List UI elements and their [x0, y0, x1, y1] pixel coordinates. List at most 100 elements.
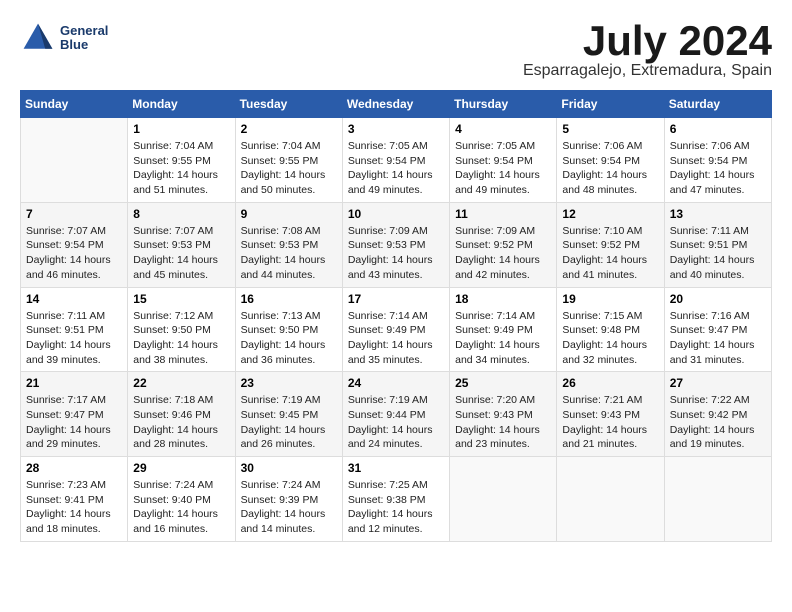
day-info: Sunrise: 7:11 AM Sunset: 9:51 PM Dayligh…: [26, 309, 122, 368]
day-number: 6: [670, 122, 766, 136]
calendar-week-2: 7Sunrise: 7:07 AM Sunset: 9:54 PM Daylig…: [21, 202, 772, 287]
day-info: Sunrise: 7:04 AM Sunset: 9:55 PM Dayligh…: [241, 139, 337, 198]
day-number: 22: [133, 376, 229, 390]
day-info: Sunrise: 7:09 AM Sunset: 9:52 PM Dayligh…: [455, 224, 551, 283]
calendar-table: SundayMondayTuesdayWednesdayThursdayFrid…: [20, 90, 772, 542]
calendar-body: 1Sunrise: 7:04 AM Sunset: 9:55 PM Daylig…: [21, 118, 772, 542]
header-day-thursday: Thursday: [450, 91, 557, 118]
day-number: 27: [670, 376, 766, 390]
calendar-week-1: 1Sunrise: 7:04 AM Sunset: 9:55 PM Daylig…: [21, 118, 772, 203]
day-info: Sunrise: 7:08 AM Sunset: 9:53 PM Dayligh…: [241, 224, 337, 283]
day-number: 26: [562, 376, 658, 390]
logo: General Blue: [20, 20, 108, 56]
header-day-saturday: Saturday: [664, 91, 771, 118]
day-info: Sunrise: 7:21 AM Sunset: 9:43 PM Dayligh…: [562, 393, 658, 452]
day-number: 2: [241, 122, 337, 136]
calendar-cell: 25Sunrise: 7:20 AM Sunset: 9:43 PM Dayli…: [450, 372, 557, 457]
logo-icon: [20, 20, 56, 56]
calendar-cell: 22 Sunrise: 7:18 AM Sunset: 9:46 PM Dayli…: [128, 372, 235, 457]
day-number: 4: [455, 122, 551, 136]
day-info: Sunrise: 7:15 AM Sunset: 9:48 PM Dayligh…: [562, 309, 658, 368]
day-number: 30: [241, 461, 337, 475]
day-number: 23: [241, 376, 337, 390]
calendar-cell: [450, 457, 557, 542]
calendar-cell: 12 Sunrise: 7:10 AM Sunset: 9:52 PM Dayli…: [557, 202, 664, 287]
calendar-cell: [557, 457, 664, 542]
day-number: 11: [455, 207, 551, 221]
calendar-cell: 20 Sunrise: 7:16 AM Sunset: 9:47 PM Dayli…: [664, 287, 771, 372]
day-number: 8: [133, 207, 229, 221]
calendar-cell: 27 Sunrise: 7:22 AM Sunset: 9:42 PM Dayli…: [664, 372, 771, 457]
calendar-week-5: 28 Sunrise: 7:23 AM Sunset: 9:41 PM Dayli…: [21, 457, 772, 542]
header-row: SundayMondayTuesdayWednesdayThursdayFrid…: [21, 91, 772, 118]
day-number: 21: [26, 376, 122, 390]
day-info: Sunrise: 7:05 AM Sunset: 9:54 PM Dayligh…: [455, 139, 551, 198]
day-info: Sunrise: 7:16 AM Sunset: 9:47 PM Dayligh…: [670, 309, 766, 368]
calendar-cell: 1Sunrise: 7:04 AM Sunset: 9:55 PM Daylig…: [128, 118, 235, 203]
day-number: 14: [26, 292, 122, 306]
day-info: Sunrise: 7:10 AM Sunset: 9:52 PM Dayligh…: [562, 224, 658, 283]
calendar-cell: 24 Sunrise: 7:19 AM Sunset: 9:44 PM Dayli…: [342, 372, 449, 457]
day-number: 31: [348, 461, 444, 475]
day-info: Sunrise: 7:25 AM Sunset: 9:38 PM Dayligh…: [348, 478, 444, 537]
calendar-cell: 14 Sunrise: 7:11 AM Sunset: 9:51 PM Dayli…: [21, 287, 128, 372]
day-info: Sunrise: 7:23 AM Sunset: 9:41 PM Dayligh…: [26, 478, 122, 537]
day-info: Sunrise: 7:06 AM Sunset: 9:54 PM Dayligh…: [562, 139, 658, 198]
day-number: 29: [133, 461, 229, 475]
header-day-monday: Monday: [128, 91, 235, 118]
calendar-week-3: 14 Sunrise: 7:11 AM Sunset: 9:51 PM Dayli…: [21, 287, 772, 372]
location-title: Esparragalejo, Extremadura, Spain: [523, 62, 772, 80]
day-info: Sunrise: 7:12 AM Sunset: 9:50 PM Dayligh…: [133, 309, 229, 368]
day-info: Sunrise: 7:11 AM Sunset: 9:51 PM Dayligh…: [670, 224, 766, 283]
day-info: Sunrise: 7:18 AM Sunset: 9:46 PM Dayligh…: [133, 393, 229, 452]
day-info: Sunrise: 7:13 AM Sunset: 9:50 PM Dayligh…: [241, 309, 337, 368]
day-info: Sunrise: 7:14 AM Sunset: 9:49 PM Dayligh…: [348, 309, 444, 368]
day-info: Sunrise: 7:14 AM Sunset: 9:49 PM Dayligh…: [455, 309, 551, 368]
calendar-cell: 11 Sunrise: 7:09 AM Sunset: 9:52 PM Dayli…: [450, 202, 557, 287]
calendar-cell: 29 Sunrise: 7:24 AM Sunset: 9:40 PM Dayli…: [128, 457, 235, 542]
calendar-cell: 30Sunrise: 7:24 AM Sunset: 9:39 PM Dayli…: [235, 457, 342, 542]
calendar-cell: 28 Sunrise: 7:23 AM Sunset: 9:41 PM Dayli…: [21, 457, 128, 542]
calendar-cell: 16 Sunrise: 7:13 AM Sunset: 9:50 PM Dayli…: [235, 287, 342, 372]
calendar-cell: 17Sunrise: 7:14 AM Sunset: 9:49 PM Dayli…: [342, 287, 449, 372]
day-number: 9: [241, 207, 337, 221]
calendar-cell: 8Sunrise: 7:07 AM Sunset: 9:53 PM Daylig…: [128, 202, 235, 287]
day-info: Sunrise: 7:19 AM Sunset: 9:45 PM Dayligh…: [241, 393, 337, 452]
day-number: 16: [241, 292, 337, 306]
day-info: Sunrise: 7:19 AM Sunset: 9:44 PM Dayligh…: [348, 393, 444, 452]
day-number: 5: [562, 122, 658, 136]
day-info: Sunrise: 7:20 AM Sunset: 9:43 PM Dayligh…: [455, 393, 551, 452]
day-info: Sunrise: 7:06 AM Sunset: 9:54 PM Dayligh…: [670, 139, 766, 198]
day-info: Sunrise: 7:07 AM Sunset: 9:54 PM Dayligh…: [26, 224, 122, 283]
day-info: Sunrise: 7:04 AM Sunset: 9:55 PM Dayligh…: [133, 139, 229, 198]
calendar-cell: 10Sunrise: 7:09 AM Sunset: 9:53 PM Dayli…: [342, 202, 449, 287]
day-number: 12: [562, 207, 658, 221]
calendar-cell: [21, 118, 128, 203]
day-number: 24: [348, 376, 444, 390]
logo-line1: General: [60, 24, 108, 38]
calendar-cell: 19 Sunrise: 7:15 AM Sunset: 9:48 PM Dayli…: [557, 287, 664, 372]
day-number: 13: [670, 207, 766, 221]
calendar-cell: 4 Sunrise: 7:05 AM Sunset: 9:54 PM Daylig…: [450, 118, 557, 203]
calendar-cell: [664, 457, 771, 542]
day-number: 19: [562, 292, 658, 306]
day-info: Sunrise: 7:22 AM Sunset: 9:42 PM Dayligh…: [670, 393, 766, 452]
day-number: 3: [348, 122, 444, 136]
day-number: 15: [133, 292, 229, 306]
day-number: 10: [348, 207, 444, 221]
calendar-week-4: 21 Sunrise: 7:17 AM Sunset: 9:47 PM Dayli…: [21, 372, 772, 457]
calendar-cell: 23 Sunrise: 7:19 AM Sunset: 9:45 PM Dayli…: [235, 372, 342, 457]
calendar-cell: 15 Sunrise: 7:12 AM Sunset: 9:50 PM Dayli…: [128, 287, 235, 372]
calendar-cell: 18Sunrise: 7:14 AM Sunset: 9:49 PM Dayli…: [450, 287, 557, 372]
calendar-cell: 3Sunrise: 7:05 AM Sunset: 9:54 PM Daylig…: [342, 118, 449, 203]
day-number: 20: [670, 292, 766, 306]
day-info: Sunrise: 7:17 AM Sunset: 9:47 PM Dayligh…: [26, 393, 122, 452]
header: General Blue July 2024 Esparragalejo, Ex…: [20, 20, 772, 80]
calendar-cell: 13 Sunrise: 7:11 AM Sunset: 9:51 PM Dayli…: [664, 202, 771, 287]
calendar-cell: 2 Sunrise: 7:04 AM Sunset: 9:55 PM Daylig…: [235, 118, 342, 203]
calendar-cell: 5 Sunrise: 7:06 AM Sunset: 9:54 PM Daylig…: [557, 118, 664, 203]
logo-line2: Blue: [60, 38, 108, 52]
day-number: 28: [26, 461, 122, 475]
day-info: Sunrise: 7:24 AM Sunset: 9:40 PM Dayligh…: [133, 478, 229, 537]
calendar-cell: 7Sunrise: 7:07 AM Sunset: 9:54 PM Daylig…: [21, 202, 128, 287]
